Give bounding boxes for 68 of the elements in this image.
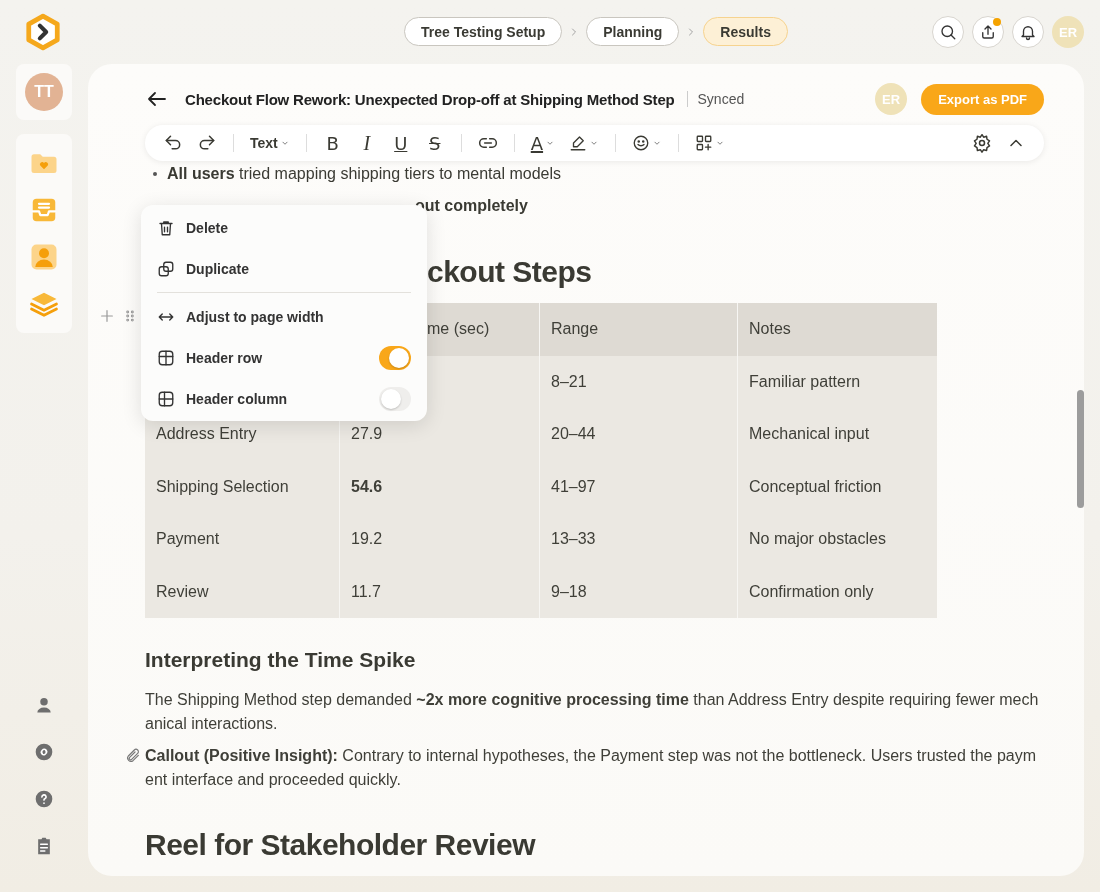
- toggle-switch[interactable]: [379, 386, 411, 411]
- document-title: Checkout Flow Rework: Unexpected Drop-off at Shipping Method Step: [185, 90, 675, 108]
- table-cell: Shipping Selection: [145, 460, 340, 513]
- bell-icon: [1019, 23, 1037, 41]
- text-color-button[interactable]: A: [528, 129, 558, 157]
- menu-item[interactable]: Delete: [157, 207, 411, 248]
- breadcrumb-step[interactable]: Results: [703, 17, 788, 46]
- search-icon: [939, 23, 957, 41]
- table-cell-text: Familiar pattern: [748, 371, 862, 392]
- settings-icon: [972, 133, 992, 153]
- drag-handle-icon[interactable]: [123, 308, 137, 324]
- table-cell: 54.6: [340, 460, 540, 513]
- highlighter-icon: [569, 134, 588, 152]
- copy-icon: [157, 259, 175, 278]
- paperclip-icon: [125, 748, 141, 764]
- help-icon: [34, 789, 54, 809]
- upload-icon: [979, 23, 997, 41]
- breadcrumb-step[interactable]: Planning: [586, 17, 680, 46]
- table-cell-text: No major obstacles: [748, 529, 887, 550]
- table-cell-text: Conceptual friction: [748, 476, 883, 497]
- paragraph: The Shipping Method step demanded ~2x more cognitive processing time than Address Entry despite requiring fewer mechanical interactions.: [145, 690, 1040, 734]
- logo-icon[interactable]: [24, 13, 62, 51]
- upload-button[interactable]: [972, 16, 1004, 48]
- callout-text: Callout (Positive Insight): Contrary to internal hypotheses, the Payment step was not the bottleneck. Users trusted the payment interface and proceeded quickly.: [145, 747, 1037, 788]
- table-cell-text: Mechanical input: [748, 424, 871, 445]
- section-heading: Reel for Stakeholder Review: [145, 828, 537, 862]
- blocks-plus-icon: [695, 134, 714, 152]
- search-button[interactable]: [932, 16, 964, 48]
- table-cell-text: Confirmation only: [748, 581, 875, 602]
- link-icon: [34, 742, 54, 762]
- sidebar-button[interactable]: [34, 742, 54, 762]
- text-style-dropdown[interactable]: Text: [248, 129, 292, 157]
- table-icon: [157, 389, 175, 408]
- column-header: Range: [540, 303, 738, 356]
- notifications-button[interactable]: [1012, 16, 1044, 48]
- table-cell: 19.2: [340, 513, 540, 566]
- table-cell: 8–21: [540, 355, 738, 408]
- table-cell: 9–18: [540, 565, 738, 618]
- table-cell: Review: [145, 565, 340, 618]
- list-item-text: All users tried mapping shipping tiers to mental models: [167, 165, 561, 183]
- person-card-icon: [29, 242, 59, 272]
- sync-status: Synced: [686, 91, 745, 107]
- bullet-dot: [153, 172, 157, 176]
- strikethrough-button[interactable]: S: [422, 129, 447, 157]
- underline-button[interactable]: U: [388, 129, 413, 157]
- table-cell: 13–33: [540, 513, 738, 566]
- smiley-icon: [632, 134, 651, 152]
- scrollbar[interactable]: [1077, 390, 1084, 508]
- sidebar-button[interactable]: [34, 695, 54, 715]
- trash-icon: [157, 218, 175, 237]
- italic-button[interactable]: I: [354, 129, 379, 157]
- sidebar-button[interactable]: [34, 789, 54, 809]
- menu-item[interactable]: Duplicate: [157, 248, 411, 289]
- column-header: Notes: [748, 319, 792, 340]
- person-icon: [34, 695, 54, 715]
- breadcrumb-step[interactable]: Tree Testing Setup: [404, 17, 563, 46]
- section-heading: ckout Steps: [427, 255, 593, 289]
- redo-icon: [197, 133, 217, 153]
- table-cell: Payment: [145, 513, 340, 566]
- table-cell: 20–44: [540, 408, 738, 461]
- undo-icon: [163, 133, 183, 153]
- table-cell: 11.7: [340, 565, 540, 618]
- table-cell: 41–97: [540, 460, 738, 513]
- toggle-switch[interactable]: [379, 345, 411, 370]
- subheading: Interpreting the Time Spike: [145, 648, 417, 672]
- bold-button[interactable]: B: [320, 129, 345, 157]
- collaborator-avatar: ER: [875, 83, 908, 115]
- table-icon: [157, 348, 175, 367]
